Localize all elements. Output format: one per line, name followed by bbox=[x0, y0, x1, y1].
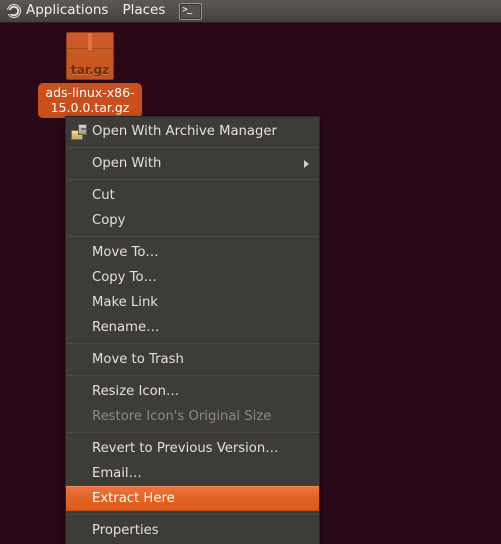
menu-item-label: Email… bbox=[92, 466, 142, 481]
archive-extension-label: tar.gz bbox=[70, 63, 110, 77]
menu-item-label: Properties bbox=[92, 523, 159, 538]
menu-item-resize-icon[interactable]: Resize Icon… bbox=[66, 379, 319, 404]
applications-menu[interactable]: Applications bbox=[0, 0, 115, 23]
archive-tape bbox=[88, 33, 92, 50]
menu-item-open-with-archive-manager[interactable]: Open With Archive Manager bbox=[66, 119, 319, 144]
menu-separator bbox=[67, 514, 318, 515]
context-menu[interactable]: Open With Archive Manager Open With Cut Cop… bbox=[65, 116, 320, 544]
menu-item-label: Cut bbox=[92, 188, 115, 203]
menu-item-move-to-trash[interactable]: Move to Trash bbox=[66, 347, 319, 372]
menu-separator bbox=[67, 179, 318, 180]
menu-separator bbox=[67, 375, 318, 376]
menu-item-label: Open With bbox=[92, 156, 162, 171]
top-panel: Applications Places >_ bbox=[0, 0, 501, 23]
menu-item-cut[interactable]: Cut bbox=[66, 183, 319, 208]
menu-item-label: Copy bbox=[92, 213, 126, 228]
archive-tar-gz-icon: tar.gz bbox=[66, 32, 114, 80]
menu-item-label: Open With Archive Manager bbox=[92, 124, 277, 139]
menu-item-properties[interactable]: Properties bbox=[66, 518, 319, 543]
terminal-icon[interactable]: >_ bbox=[179, 2, 203, 20]
menu-item-copy[interactable]: Copy bbox=[66, 208, 319, 233]
ubuntu-circle-icon bbox=[6, 4, 21, 18]
menu-item-revert-to-previous-version[interactable]: Revert to Previous Version… bbox=[66, 436, 319, 461]
menu-separator bbox=[67, 432, 318, 433]
menu-item-rename[interactable]: Rename… bbox=[66, 315, 319, 340]
menu-item-copy-to[interactable]: Copy To… bbox=[66, 265, 319, 290]
places-menu[interactable]: Places bbox=[115, 0, 172, 23]
menu-item-label: Make Link bbox=[92, 295, 158, 310]
archive-manager-icon bbox=[70, 123, 88, 141]
menu-item-restore-icon-s-original-size: Restore Icon's Original Size bbox=[66, 404, 319, 429]
menu-item-label: Rename… bbox=[92, 320, 160, 335]
chevron-right-icon bbox=[304, 159, 309, 168]
menu-item-label: Move To… bbox=[92, 245, 159, 260]
places-menu-label: Places bbox=[122, 2, 166, 19]
menu-separator bbox=[67, 236, 318, 237]
menu-separator bbox=[67, 343, 318, 344]
desktop-file-label: ads-linux-x86-15.0.0.tar.gz bbox=[38, 83, 142, 118]
menu-item-make-link[interactable]: Make Link bbox=[66, 290, 319, 315]
menu-item-open-with[interactable]: Open With bbox=[66, 151, 319, 176]
menu-item-label: Resize Icon… bbox=[92, 384, 180, 399]
menu-item-email[interactable]: Email… bbox=[66, 461, 319, 486]
menu-separator bbox=[67, 147, 318, 148]
menu-item-label: Move to Trash bbox=[92, 352, 184, 367]
applications-menu-label: Applications bbox=[26, 2, 109, 19]
menu-item-label: Restore Icon's Original Size bbox=[92, 409, 272, 424]
menu-item-label: Revert to Previous Version… bbox=[92, 441, 279, 456]
menu-item-label: Copy To… bbox=[92, 270, 157, 285]
terminal-prompt-glyph: >_ bbox=[182, 4, 192, 15]
menu-item-move-to[interactable]: Move To… bbox=[66, 240, 319, 265]
desktop-file-item[interactable]: tar.gz ads-linux-x86-15.0.0.tar.gz bbox=[38, 32, 142, 118]
menu-item-extract-here[interactable]: Extract Here bbox=[66, 486, 319, 511]
menu-item-label: Extract Here bbox=[92, 491, 175, 506]
